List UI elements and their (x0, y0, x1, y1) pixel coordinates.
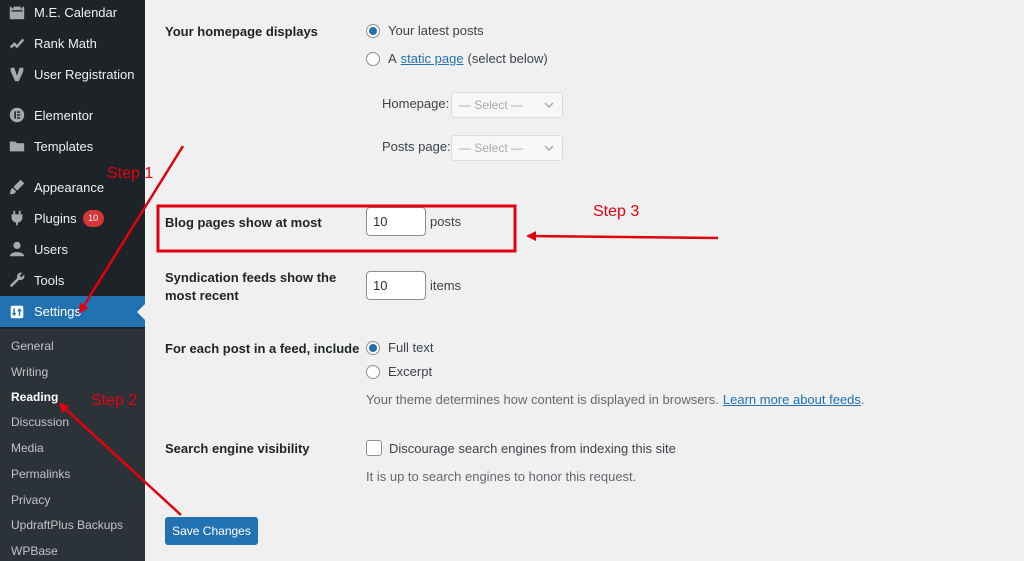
posts-page-select-value: — Select — (459, 141, 524, 155)
submenu-item-wpbase[interactable]: WPBase (11, 544, 58, 558)
paintbrush-icon (7, 177, 27, 197)
plugin-icon (7, 208, 27, 228)
sidebar-item-settings[interactable]: Settings (0, 296, 145, 327)
submenu-item-writing[interactable]: Writing (11, 365, 48, 379)
feed-description-text: Your theme determines how content is dis… (366, 392, 719, 407)
discourage-search-option[interactable]: Discourage search engines from indexing … (366, 440, 676, 456)
user-registration-icon (7, 64, 27, 84)
sidebar-item-users[interactable]: Users (0, 235, 145, 263)
posts-page-select-label: Posts page: (382, 139, 451, 154)
sidebar-item-label: Tools (34, 272, 65, 288)
step1-annotation: Step 1 (107, 165, 154, 182)
sidebar-item-label: Users (34, 241, 68, 257)
wrench-icon (7, 270, 27, 290)
sidebar-item-label: Plugins (34, 210, 77, 226)
plugins-update-badge: 10 (82, 209, 104, 227)
syndication-label-line2: most recent (165, 288, 239, 303)
latest-posts-label: Your latest posts (388, 23, 484, 38)
sidebar-item-label: M.E. Calendar (34, 4, 118, 20)
submenu-item-discussion[interactable]: Discussion (11, 415, 69, 429)
blog-pages-unit: posts (430, 214, 462, 229)
calendar-icon (7, 2, 27, 22)
sidebar-item-label: Rank Math (34, 35, 97, 51)
posts-page-select[interactable]: — Select — (451, 135, 563, 161)
sidebar-item-label: Appearance (34, 179, 105, 195)
submenu-item-reading[interactable]: Reading (11, 390, 58, 404)
sidebar-item-plugins[interactable]: Plugins 10 (0, 204, 145, 232)
folder-icon (7, 136, 27, 156)
chevron-down-icon (544, 102, 554, 109)
full-text-radio[interactable] (366, 340, 380, 355)
homepage-select[interactable]: — Select — (451, 92, 563, 118)
homepage-select-value: — Select — (459, 98, 524, 112)
sidebar-item-label: User Registration (34, 66, 135, 82)
settings-icon (7, 302, 27, 322)
sidebar-item-user-registration[interactable]: User Registration (0, 60, 145, 88)
syndication-unit: items (430, 278, 462, 293)
syndication-label-line1: Syndication feeds show the (165, 270, 337, 285)
settings-submenu: General Writing Reading Discussion Media… (0, 329, 145, 561)
sidebar-item-label: Elementor (34, 107, 94, 123)
homepage-select-label: Homepage: (382, 96, 450, 111)
search-visibility-description: It is up to search engines to honor this… (366, 469, 637, 484)
sidebar-item-tools[interactable]: Tools (0, 266, 145, 294)
latest-posts-radio[interactable] (366, 23, 380, 38)
sidebar-item-me-calendar[interactable]: M.E. Calendar (0, 0, 145, 26)
reading-settings-form: Your homepage displays Your latest posts… (145, 0, 1024, 561)
static-page-suffix: (select below) (467, 51, 548, 66)
elementor-icon (7, 105, 27, 125)
static-page-prefix: A (388, 51, 397, 66)
submenu-item-general[interactable]: General (11, 339, 54, 353)
rank-math-icon (7, 33, 27, 53)
excerpt-radio[interactable] (366, 364, 380, 379)
learn-more-feeds-link[interactable]: Learn more about feeds (723, 392, 861, 407)
full-text-label: Full text (388, 340, 434, 355)
static-page-option[interactable]: A static page (select below) (366, 51, 548, 66)
full-text-option[interactable]: Full text (366, 340, 434, 355)
submenu-item-permalinks[interactable]: Permalinks (11, 467, 70, 481)
feed-description-suffix: . (860, 392, 865, 407)
submenu-item-media[interactable]: Media (11, 441, 44, 455)
latest-posts-option[interactable]: Your latest posts (366, 23, 484, 38)
sidebar-item-templates[interactable]: Templates (0, 132, 145, 160)
sidebar-item-rank-math[interactable]: Rank Math (0, 29, 145, 57)
discourage-search-checkbox[interactable] (366, 440, 382, 456)
homepage-displays-label: Your homepage displays (165, 24, 318, 39)
save-changes-button[interactable]: Save Changes (165, 517, 258, 545)
sidebar-item-label: Settings (34, 304, 81, 319)
step2-annotation: Step 2 (91, 392, 138, 409)
static-page-link[interactable]: static page (401, 51, 464, 66)
users-icon (7, 239, 27, 259)
blog-pages-label: Blog pages show at most (165, 215, 322, 230)
discourage-search-label: Discourage search engines from indexing … (389, 440, 676, 456)
sidebar-item-label: Templates (34, 138, 94, 154)
chevron-down-icon (544, 145, 554, 152)
feed-content-label: For each post in a feed, include (165, 341, 360, 356)
submenu-item-privacy[interactable]: Privacy (11, 493, 50, 507)
search-visibility-label: Search engine visibility (165, 441, 310, 456)
blog-pages-input[interactable]: 10 (366, 207, 426, 236)
static-page-radio[interactable] (366, 51, 380, 66)
syndication-input[interactable]: 10 (366, 271, 426, 300)
submenu-item-updraftplus-backups[interactable]: UpdraftPlus Backups (11, 518, 123, 532)
feed-description: Your theme determines how content is dis… (366, 392, 865, 407)
active-menu-arrow (137, 304, 145, 320)
step3-annotation: Step 3 (593, 203, 640, 220)
sidebar-item-elementor[interactable]: Elementor (0, 101, 145, 129)
excerpt-option[interactable]: Excerpt (366, 364, 432, 379)
excerpt-label: Excerpt (388, 364, 433, 379)
